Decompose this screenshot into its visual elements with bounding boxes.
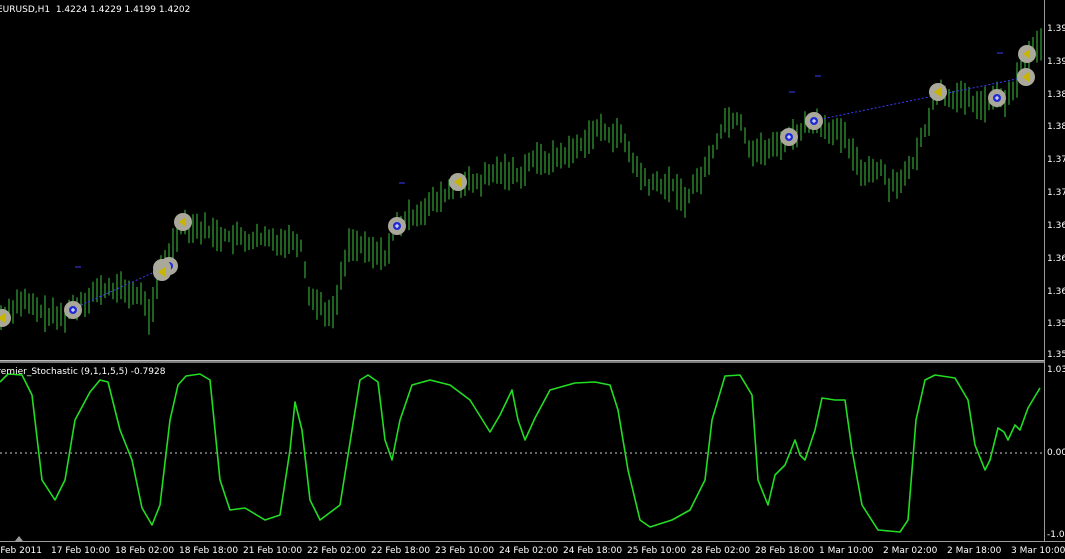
price-axis-label: 1.3775 bbox=[1047, 155, 1065, 165]
time-axis-label: 22 Feb 18:00 bbox=[371, 546, 431, 556]
price-axis-label: 1.3625 bbox=[1047, 254, 1065, 264]
price-axis-label: 1.3825 bbox=[1047, 122, 1065, 132]
indicator-axis-label: 1.0330 bbox=[1047, 365, 1065, 375]
time-axis-label: 3 Mar 10:00 bbox=[1011, 546, 1065, 556]
time-axis-label: 2 Mar 02:00 bbox=[883, 546, 938, 556]
time-axis-label: 28 Feb 02:00 bbox=[691, 546, 751, 556]
price-axis-label: 1.3600 bbox=[1047, 287, 1065, 297]
price-axis-label: 1.3725 bbox=[1047, 188, 1065, 198]
price-axis-label: 1.3500 bbox=[1047, 350, 1065, 360]
chart-shift-marker[interactable] bbox=[15, 536, 23, 541]
time-axis-label: 18 Feb 02:00 bbox=[115, 546, 175, 556]
indicator-axis-label: -1.0435 bbox=[1047, 530, 1065, 540]
price-axis-label: 1.3550 bbox=[1047, 319, 1065, 329]
time-axis-label: 1 Mar 10:00 bbox=[819, 546, 874, 556]
price-axis-label: 1.3925 bbox=[1047, 57, 1065, 67]
chart-frame-bottom bbox=[0, 541, 1065, 542]
time-axis-label: 17 Feb 2011 bbox=[0, 546, 43, 556]
time-axis-label: 17 Feb 10:00 bbox=[51, 546, 111, 556]
time-axis-label: 22 Feb 02:00 bbox=[307, 546, 367, 556]
symbol-header: EURUSD,H1 1.4224 1.4229 1.4199 1.4202 bbox=[0, 5, 191, 15]
price-axis-label: 1.3875 bbox=[1047, 90, 1065, 100]
time-axis-label: 2 Mar 18:00 bbox=[947, 546, 1002, 556]
price-axis-label: 1.3950 bbox=[1047, 24, 1065, 34]
time-axis-label: 21 Feb 10:00 bbox=[243, 546, 303, 556]
time-axis-label: 28 Feb 18:00 bbox=[755, 546, 815, 556]
indicator-axis-label: 0.0000 bbox=[1047, 448, 1065, 458]
time-axis-label: 24 Feb 02:00 bbox=[499, 546, 559, 556]
time-axis-label: 23 Feb 10:00 bbox=[435, 546, 495, 556]
time-axis-label: 18 Feb 18:00 bbox=[179, 546, 239, 556]
chart-canvas[interactable] bbox=[0, 0, 1045, 541]
indicator-header: Premier_Stochastic (9,1,1,5,5) -0.7928 bbox=[0, 367, 166, 377]
time-axis-label: 25 Feb 10:00 bbox=[627, 546, 687, 556]
time-axis-label: 24 Feb 18:00 bbox=[563, 546, 623, 556]
price-axis-label: 1.3675 bbox=[1047, 221, 1065, 231]
